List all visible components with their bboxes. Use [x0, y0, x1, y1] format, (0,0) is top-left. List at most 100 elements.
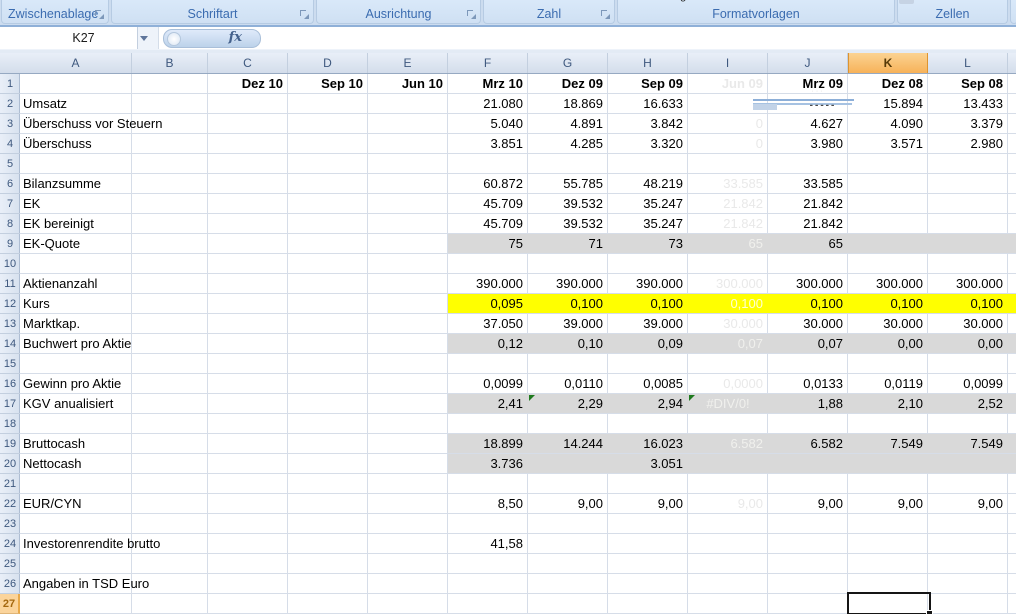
- dialog-launcher-icon[interactable]: [94, 9, 104, 19]
- cell-K14[interactable]: 0,00: [848, 334, 928, 354]
- row-header-15[interactable]: 15: [0, 354, 20, 374]
- cell-D1[interactable]: Sep 10: [288, 74, 368, 94]
- cell-A16[interactable]: Gewinn pro Aktie: [20, 374, 280, 394]
- row-header-19[interactable]: 19: [0, 434, 20, 454]
- fill-handle[interactable]: [926, 610, 933, 614]
- cell-G17[interactable]: 2,29: [528, 394, 608, 414]
- cell-G3[interactable]: 4.891: [528, 114, 608, 134]
- row-header-16[interactable]: 16: [0, 374, 20, 394]
- cell-K11[interactable]: 300.000: [848, 274, 928, 294]
- cell-I7[interactable]: 21.842: [688, 194, 768, 214]
- cell-L16[interactable]: 0,0099: [928, 374, 1008, 394]
- cell-H20[interactable]: 3.051: [608, 454, 688, 474]
- cell-L14[interactable]: 0,00: [928, 334, 1008, 354]
- cell-H16[interactable]: 0,0085: [608, 374, 688, 394]
- cell-L3[interactable]: 3.379: [928, 114, 1008, 134]
- column-header-b[interactable]: B: [132, 53, 208, 73]
- cell-K1[interactable]: Dez 08: [848, 74, 928, 94]
- cell-K22[interactable]: 9,00: [848, 494, 928, 514]
- formula-input[interactable]: fx: [158, 27, 1016, 49]
- cell-G14[interactable]: 0,10: [528, 334, 608, 354]
- cell-J9[interactable]: 65: [768, 234, 848, 254]
- cell-H8[interactable]: 35.247: [608, 214, 688, 234]
- row-header-23[interactable]: 23: [0, 514, 20, 534]
- column-header-j[interactable]: J: [768, 53, 848, 73]
- cell-A12[interactable]: Kurs: [20, 294, 280, 314]
- cell-G22[interactable]: 9,00: [528, 494, 608, 514]
- row-header-18[interactable]: 18: [0, 414, 20, 434]
- name-box-dropdown-icon[interactable]: [140, 36, 148, 41]
- row-header-12[interactable]: 12: [0, 294, 20, 314]
- cell-F20[interactable]: 3.736: [448, 454, 528, 474]
- cell-J13[interactable]: 30.000: [768, 314, 848, 334]
- column-header-e[interactable]: E: [368, 53, 448, 73]
- cell-G4[interactable]: 4.285: [528, 134, 608, 154]
- cell-F11[interactable]: 390.000: [448, 274, 528, 294]
- cell-I8[interactable]: 21.842: [688, 214, 768, 234]
- row-header-8[interactable]: 8: [0, 214, 20, 234]
- column-header-k[interactable]: K: [848, 53, 928, 73]
- cell-H3[interactable]: 3.842: [608, 114, 688, 134]
- cell-G12[interactable]: 0,100: [528, 294, 608, 314]
- cell-G11[interactable]: 390.000: [528, 274, 608, 294]
- cell-A26[interactable]: Angaben in TSD Euro: [20, 574, 280, 594]
- row-header-26[interactable]: 26: [0, 574, 20, 594]
- row-header-5[interactable]: 5: [0, 154, 20, 174]
- cell-I3[interactable]: 0: [688, 114, 768, 134]
- cell-H12[interactable]: 0,100: [608, 294, 688, 314]
- cell-G9[interactable]: 71: [528, 234, 608, 254]
- cell-J7[interactable]: 21.842: [768, 194, 848, 214]
- cell-L19[interactable]: 7.549: [928, 434, 1008, 454]
- cell-A17[interactable]: KGV anualisiert: [20, 394, 280, 414]
- row-header-24[interactable]: 24: [0, 534, 20, 554]
- column-header-a[interactable]: A: [20, 53, 132, 73]
- cell-H7[interactable]: 35.247: [608, 194, 688, 214]
- row-header-2[interactable]: 2: [0, 94, 20, 114]
- cell-H11[interactable]: 390.000: [608, 274, 688, 294]
- cell-K19[interactable]: 7.549: [848, 434, 928, 454]
- cell-F7[interactable]: 45.709: [448, 194, 528, 214]
- cell-F2[interactable]: 21.080: [448, 94, 528, 114]
- cell-A2[interactable]: Umsatz: [20, 94, 280, 114]
- cell-J11[interactable]: 300.000: [768, 274, 848, 294]
- cell-F1[interactable]: Mrz 10: [448, 74, 528, 94]
- cell-H17[interactable]: 2,94: [608, 394, 688, 414]
- cell-F17[interactable]: 2,41: [448, 394, 528, 414]
- row-header-14[interactable]: 14: [0, 334, 20, 354]
- row-header-22[interactable]: 22: [0, 494, 20, 514]
- cell-I9[interactable]: 65: [688, 234, 768, 254]
- cell-I14[interactable]: 0,07: [688, 334, 768, 354]
- cell-F16[interactable]: 0,0099: [448, 374, 528, 394]
- dialog-launcher-icon[interactable]: [466, 9, 476, 19]
- cell-G6[interactable]: 55.785: [528, 174, 608, 194]
- row-header-4[interactable]: 4: [0, 134, 20, 154]
- cell-H6[interactable]: 48.219: [608, 174, 688, 194]
- row-header-7[interactable]: 7: [0, 194, 20, 214]
- column-header-i[interactable]: I: [688, 53, 768, 73]
- cell-K3[interactable]: 4.090: [848, 114, 928, 134]
- cell-F9[interactable]: 75: [448, 234, 528, 254]
- cell-A19[interactable]: Bruttocash: [20, 434, 280, 454]
- cell-J4[interactable]: 3.980: [768, 134, 848, 154]
- cell-H13[interactable]: 39.000: [608, 314, 688, 334]
- dialog-launcher-icon[interactable]: [299, 9, 309, 19]
- cell-J8[interactable]: 21.842: [768, 214, 848, 234]
- row-header-10[interactable]: 10: [0, 254, 20, 274]
- cell-J19[interactable]: 6.582: [768, 434, 848, 454]
- cell-F4[interactable]: 3.851: [448, 134, 528, 154]
- cell-F6[interactable]: 60.872: [448, 174, 528, 194]
- cell-H14[interactable]: 0,09: [608, 334, 688, 354]
- cell-G16[interactable]: 0,0110: [528, 374, 608, 394]
- cell-L22[interactable]: 9,00: [928, 494, 1008, 514]
- cell-G2[interactable]: 18.869: [528, 94, 608, 114]
- cell-A6[interactable]: Bilanzsumme: [20, 174, 280, 194]
- cell-G19[interactable]: 14.244: [528, 434, 608, 454]
- column-header-c[interactable]: C: [208, 53, 288, 73]
- row-header-17[interactable]: 17: [0, 394, 20, 414]
- row-header-11[interactable]: 11: [0, 274, 20, 294]
- cell-I4[interactable]: 0: [688, 134, 768, 154]
- cell-E1[interactable]: Jun 10: [368, 74, 448, 94]
- cell-I12[interactable]: 0,100: [688, 294, 768, 314]
- cell-I16[interactable]: 0,0000: [688, 374, 768, 394]
- cell-F13[interactable]: 37.050: [448, 314, 528, 334]
